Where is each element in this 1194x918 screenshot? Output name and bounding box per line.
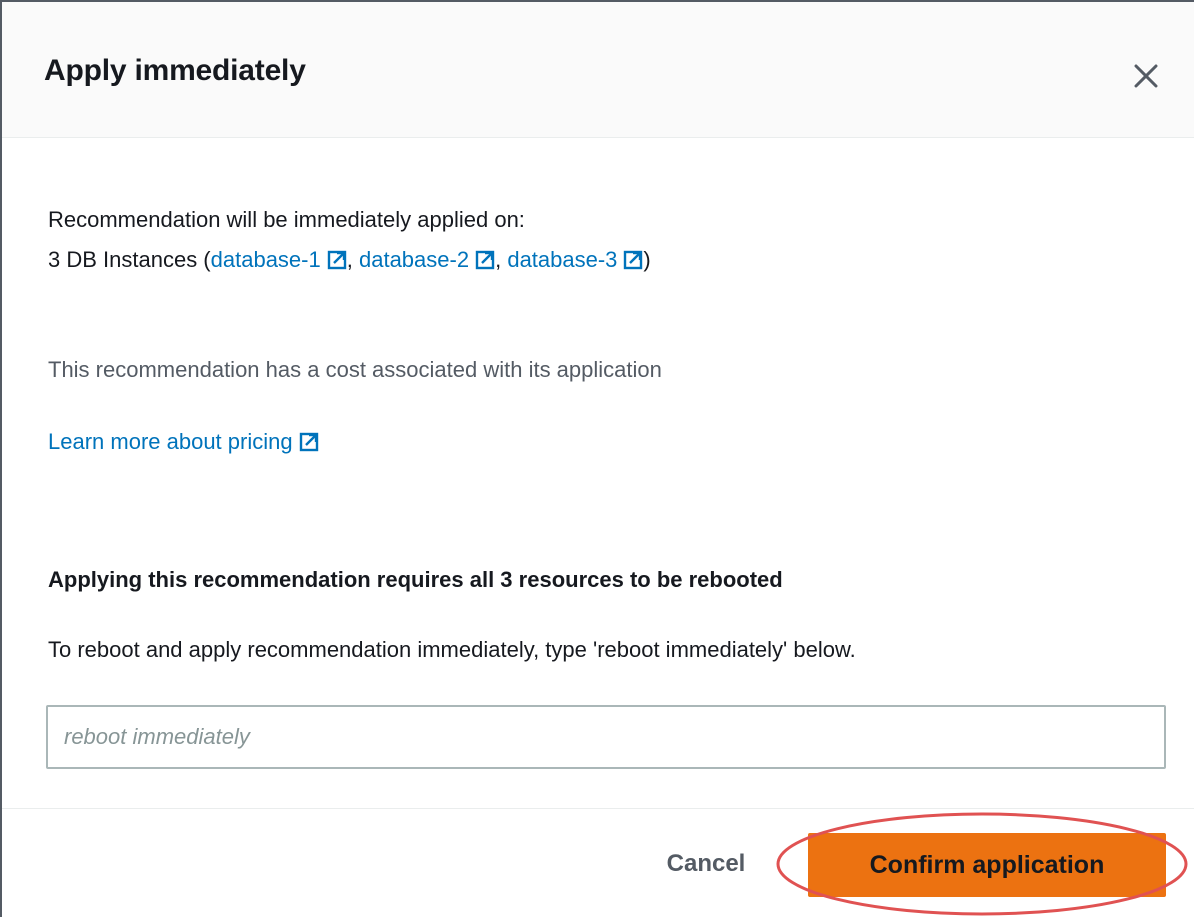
instance-separator: , bbox=[495, 247, 502, 272]
learn-more-pricing-link[interactable]: Learn more about pricing bbox=[48, 427, 319, 457]
close-button[interactable] bbox=[1124, 54, 1168, 98]
pricing-line: Learn more about pricing bbox=[48, 427, 319, 457]
reboot-instruction: To reboot and apply recommendation immed… bbox=[48, 637, 856, 662]
apply-immediately-dialog: Apply immediately Recommendation will be… bbox=[0, 0, 1194, 917]
instance-link-database-1[interactable]: database-1 bbox=[211, 245, 347, 275]
pricing-link-label: Learn more about pricing bbox=[48, 429, 293, 454]
instance-link-database-2[interactable]: database-2 bbox=[359, 245, 495, 275]
cancel-button[interactable]: Cancel bbox=[648, 840, 764, 888]
dialog-title: Apply immediately bbox=[44, 54, 306, 87]
applied-on-text: Recommendation will be immediately appli… bbox=[48, 207, 525, 232]
reboot-confirmation-field[interactable] bbox=[46, 705, 1166, 769]
instances-prefix: 3 DB Instances ( bbox=[48, 247, 211, 272]
instances-suffix: ) bbox=[643, 247, 651, 272]
instances-line: 3 DB Instances (database-1, database-2, … bbox=[48, 245, 651, 275]
close-icon bbox=[1134, 64, 1158, 88]
instance-link-label: database-1 bbox=[210, 247, 321, 272]
external-link-icon bbox=[623, 250, 643, 270]
instance-link-database-3[interactable]: database-3 bbox=[507, 245, 643, 275]
cost-note: This recommendation has a cost associate… bbox=[48, 357, 662, 382]
external-link-icon bbox=[327, 250, 347, 270]
dialog-header: Apply immediately bbox=[2, 2, 1194, 138]
confirm-application-button[interactable]: Confirm application bbox=[808, 833, 1166, 897]
instance-link-label: database-3 bbox=[507, 247, 618, 272]
reboot-confirmation-input[interactable] bbox=[48, 707, 1164, 767]
external-link-icon bbox=[475, 250, 495, 270]
external-link-icon bbox=[299, 432, 319, 452]
reboot-heading: Applying this recommendation requires al… bbox=[48, 567, 783, 592]
instance-separator: , bbox=[346, 247, 353, 272]
instance-link-label: database-2 bbox=[358, 247, 470, 272]
